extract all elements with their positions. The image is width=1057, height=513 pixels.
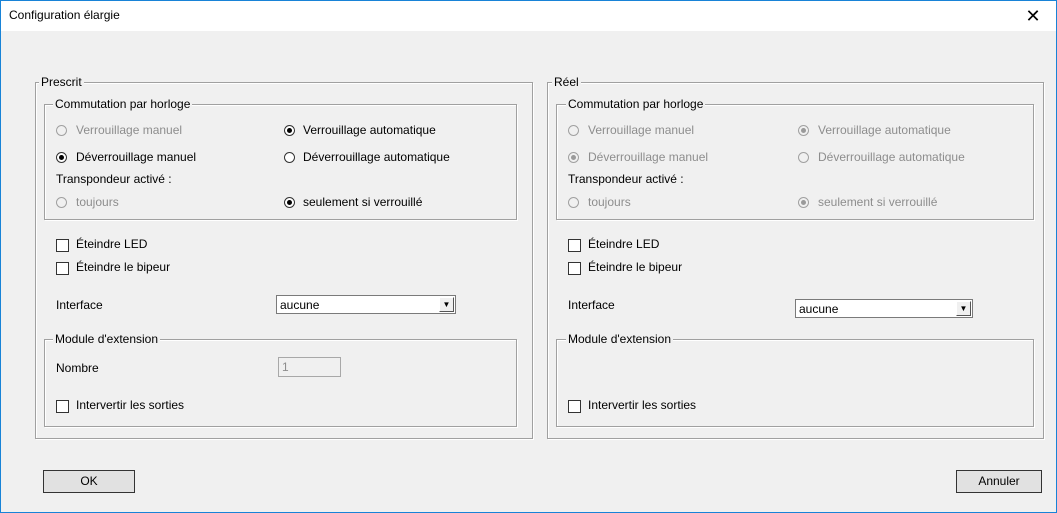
prescribed-manual-lock-radio[interactable] <box>56 125 67 136</box>
actual-beeper-off-label: Éteindre le bipeur <box>588 260 683 274</box>
prescribed-only-if-locked-radio[interactable] <box>284 197 295 208</box>
prescribed-interface-select[interactable]: aucune ▼ <box>276 295 456 314</box>
dialog-window: Configuration élargie ✕ Prescrit Commuta… <box>0 0 1057 513</box>
actual-auto-lock-radio[interactable] <box>798 125 809 136</box>
actual-auto-unlock-radio[interactable] <box>798 152 809 163</box>
prescribed-led-off-label: Éteindre LED <box>76 237 148 251</box>
actual-extension-group <box>556 339 1034 427</box>
actual-interface-label: Interface <box>568 298 615 312</box>
actual-led-off-label: Éteindre LED <box>588 237 660 251</box>
actual-interface-value: aucune <box>799 302 839 316</box>
prescribed-extension-group-title: Module d'extension <box>53 332 161 346</box>
prescribed-auto-lock-radio[interactable] <box>284 125 295 136</box>
dropdown-arrow-icon[interactable]: ▼ <box>439 297 454 312</box>
actual-group-title: Réel <box>552 75 581 89</box>
cancel-button[interactable]: Annuler <box>956 470 1042 493</box>
prescribed-count-input[interactable]: 1 <box>278 357 341 377</box>
prescribed-auto-lock-label: Verrouillage automatique <box>303 123 436 137</box>
actual-manual-lock-radio[interactable] <box>568 125 579 136</box>
prescribed-transponder-label: Transpondeur activé : <box>56 172 172 186</box>
window-title: Configuration élargie <box>9 8 120 22</box>
actual-manual-unlock-label: Déverrouillage manuel <box>588 150 709 164</box>
dropdown-arrow-icon[interactable]: ▼ <box>956 301 971 316</box>
actual-beeper-off-checkbox[interactable] <box>568 262 581 275</box>
actual-only-if-locked-radio[interactable] <box>798 197 809 208</box>
prescribed-led-off-checkbox[interactable] <box>56 239 69 252</box>
close-icon[interactable]: ✕ <box>1010 1 1056 31</box>
actual-transponder-label: Transpondeur activé : <box>568 172 684 186</box>
prescribed-group-title: Prescrit <box>39 75 84 89</box>
prescribed-manual-lock-label: Verrouillage manuel <box>76 123 183 137</box>
actual-manual-lock-label: Verrouillage manuel <box>588 123 695 137</box>
actual-manual-unlock-radio[interactable] <box>568 152 579 163</box>
prescribed-interface-label: Interface <box>56 298 103 312</box>
actual-invert-outputs-checkbox[interactable] <box>568 400 581 413</box>
prescribed-beeper-off-checkbox[interactable] <box>56 262 69 275</box>
actual-always-radio[interactable] <box>568 197 579 208</box>
prescribed-manual-unlock-label: Déverrouillage manuel <box>76 150 197 164</box>
prescribed-count-label: Nombre <box>56 361 99 375</box>
ok-button[interactable]: OK <box>43 470 135 493</box>
prescribed-always-radio[interactable] <box>56 197 67 208</box>
prescribed-manual-unlock-radio[interactable] <box>56 152 67 163</box>
actual-clock-group-title: Commutation par horloge <box>566 97 706 111</box>
prescribed-interface-value: aucune <box>280 298 320 312</box>
prescribed-clock-group-title: Commutation par horloge <box>53 97 193 111</box>
actual-invert-outputs-label: Intervertir les sorties <box>588 398 697 412</box>
actual-extension-group-title: Module d'extension <box>566 332 674 346</box>
actual-led-off-checkbox[interactable] <box>568 239 581 252</box>
prescribed-always-label: toujours <box>76 195 119 209</box>
prescribed-auto-unlock-label: Déverrouillage automatique <box>303 150 450 164</box>
prescribed-auto-unlock-radio[interactable] <box>284 152 295 163</box>
actual-auto-lock-label: Verrouillage automatique <box>818 123 951 137</box>
actual-always-label: toujours <box>588 195 631 209</box>
actual-only-if-locked-label: seulement si verrouillé <box>818 195 938 209</box>
actual-auto-unlock-label: Déverrouillage automatique <box>818 150 965 164</box>
prescribed-invert-outputs-label: Intervertir les sorties <box>76 398 185 412</box>
prescribed-beeper-off-label: Éteindre le bipeur <box>76 260 171 274</box>
prescribed-extension-group <box>44 339 517 427</box>
prescribed-only-if-locked-label: seulement si verrouillé <box>303 195 423 209</box>
actual-interface-select[interactable]: aucune ▼ <box>795 299 973 318</box>
prescribed-invert-outputs-checkbox[interactable] <box>56 400 69 413</box>
title-bar: Configuration élargie ✕ <box>1 1 1056 31</box>
